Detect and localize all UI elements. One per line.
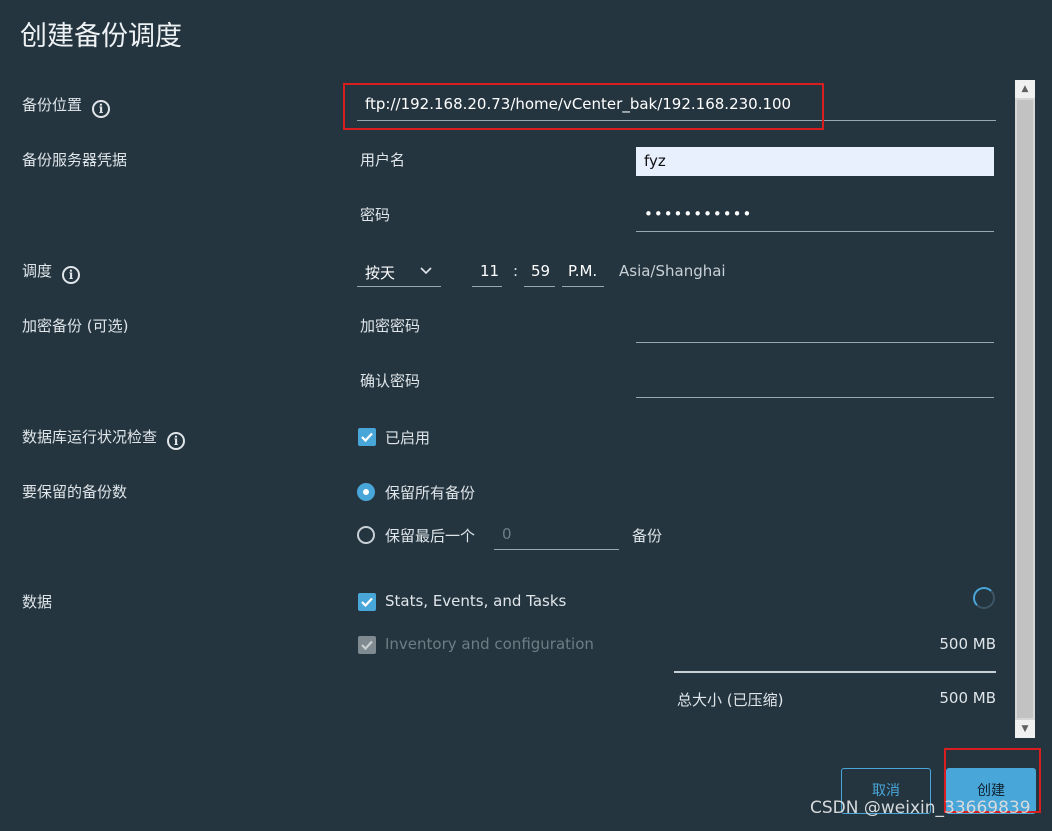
vertical-scrollbar[interactable]: ▲ ▼ [1015,80,1035,738]
hour-input[interactable]: 11 [472,258,502,287]
scroll-down-icon[interactable]: ▼ [1015,720,1035,738]
total-size-label: 总大小 (已压缩) [677,691,784,709]
dialog-title: 创建备份调度 [20,21,182,52]
keep-last-label: 保留最后一个 [385,527,476,545]
minute-input[interactable]: 59 [524,258,555,287]
username-input[interactable]: fyz [636,147,994,176]
keep-all-radio[interactable] [357,483,375,501]
checkmark-icon [361,597,373,608]
encryption-label: 加密备份 (可选) [22,317,129,335]
ampm-select[interactable]: P.M. [562,258,604,287]
inventory-config-checkbox [358,636,376,654]
retention-label: 要保留的备份数 [22,483,128,501]
confirm-password-input[interactable] [636,367,994,398]
info-icon[interactable]: i [62,266,81,284]
inventory-config-label: Inventory and configuration [385,635,594,653]
info-icon[interactable]: i [167,432,186,450]
checkmark-icon [361,432,373,443]
db-health-label: 数据库运行状况检查 i [22,426,186,450]
credentials-label: 备份服务器凭据 [22,151,128,169]
loading-spinner-icon [973,587,995,609]
backup-location-label: 备份位置 i [22,94,111,118]
frequency-select[interactable]: 按天 [357,258,441,287]
encryption-password-label: 加密密码 [360,317,421,335]
keep-all-label: 保留所有备份 [385,484,476,502]
stats-events-tasks-checkbox[interactable] [358,593,376,611]
keep-last-suffix: 备份 [632,527,663,545]
scroll-thumb[interactable] [1017,100,1033,718]
confirm-password-label: 确认密码 [360,372,421,390]
total-divider [674,671,996,673]
chevron-down-icon [420,267,432,275]
data-label: 数据 [22,593,53,611]
password-label: 密码 [360,206,391,224]
keep-last-count-input[interactable]: 0 [494,520,619,550]
backup-location-input[interactable]: ftp://192.168.20.73/home/vCenter_bak/192… [357,88,996,121]
encryption-password-input[interactable] [636,312,994,343]
timezone-text: Asia/Shanghai [619,262,726,280]
stats-events-tasks-label: Stats, Events, and Tasks [385,592,567,610]
db-health-checkbox-label: 已启用 [385,429,431,447]
total-size-value: 500 MB [939,689,996,707]
checkmark-icon [361,640,373,651]
password-input[interactable]: ••••••••••• [636,201,994,232]
time-separator: : [513,262,519,280]
inventory-config-size: 500 MB [939,635,996,653]
keep-last-radio[interactable] [357,526,375,544]
schedule-label: 调度 i [22,260,81,284]
info-icon[interactable]: i [92,100,111,118]
watermark-text: CSDN @weixin_33669839 [810,798,1031,818]
scroll-up-icon[interactable]: ▲ [1015,80,1035,98]
username-label: 用户名 [360,151,406,169]
db-health-checkbox[interactable] [358,428,376,446]
